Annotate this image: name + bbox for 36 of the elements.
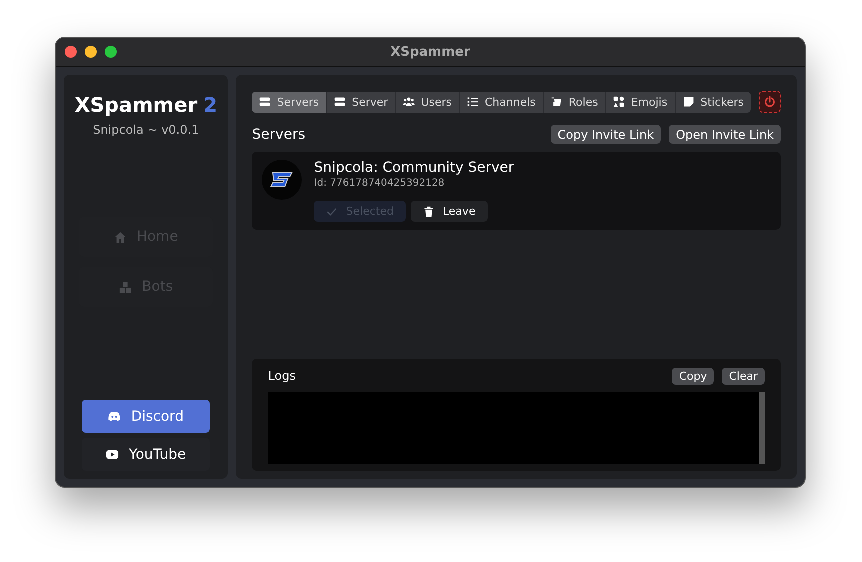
people-icon	[403, 96, 416, 108]
log-button[interactable]: Clear	[722, 368, 765, 384]
zoom-button[interactable]	[105, 46, 117, 58]
check-icon	[326, 206, 338, 218]
logs-title: Logs	[268, 369, 296, 383]
house-icon	[114, 230, 127, 244]
scrollbar[interactable]	[759, 392, 765, 464]
boxes-icon	[119, 280, 132, 294]
action-button[interactable]: Open Invite Link	[669, 125, 781, 144]
play-icon	[106, 448, 120, 461]
sticker-icon	[682, 96, 695, 108]
server-avatar	[262, 160, 302, 200]
cards-icon	[550, 96, 563, 108]
minimize-button[interactable]	[85, 46, 97, 58]
tab[interactable]: Servers	[252, 92, 328, 112]
version-number: 2	[204, 93, 218, 117]
link-button[interactable]: Discord	[82, 400, 210, 433]
power-icon	[764, 96, 776, 108]
server-icon	[334, 96, 346, 108]
close-button[interactable]	[65, 46, 77, 58]
action-button[interactable]: Copy Invite Link	[550, 125, 662, 144]
server-id: Id: 776178740425392128	[314, 178, 446, 189]
log-button[interactable]: Copy	[672, 368, 714, 384]
emoji-grid-icon	[613, 96, 626, 108]
discord-icon	[108, 410, 122, 423]
power-button[interactable]	[759, 91, 781, 113]
window-title: XSpammer	[390, 44, 470, 60]
section-title: Servers	[252, 126, 306, 142]
app-name: XSpammer	[74, 93, 198, 117]
link-button[interactable]: YouTube	[82, 438, 210, 471]
list-icon	[467, 96, 479, 108]
trash-icon	[422, 206, 435, 218]
app-subtitle: Snipcola ~ v0.0.1	[93, 123, 200, 137]
server-name: Snipcola: Community Server	[314, 160, 514, 176]
server-action-button[interactable]: Leave	[410, 201, 488, 222]
server-icon	[259, 96, 272, 108]
